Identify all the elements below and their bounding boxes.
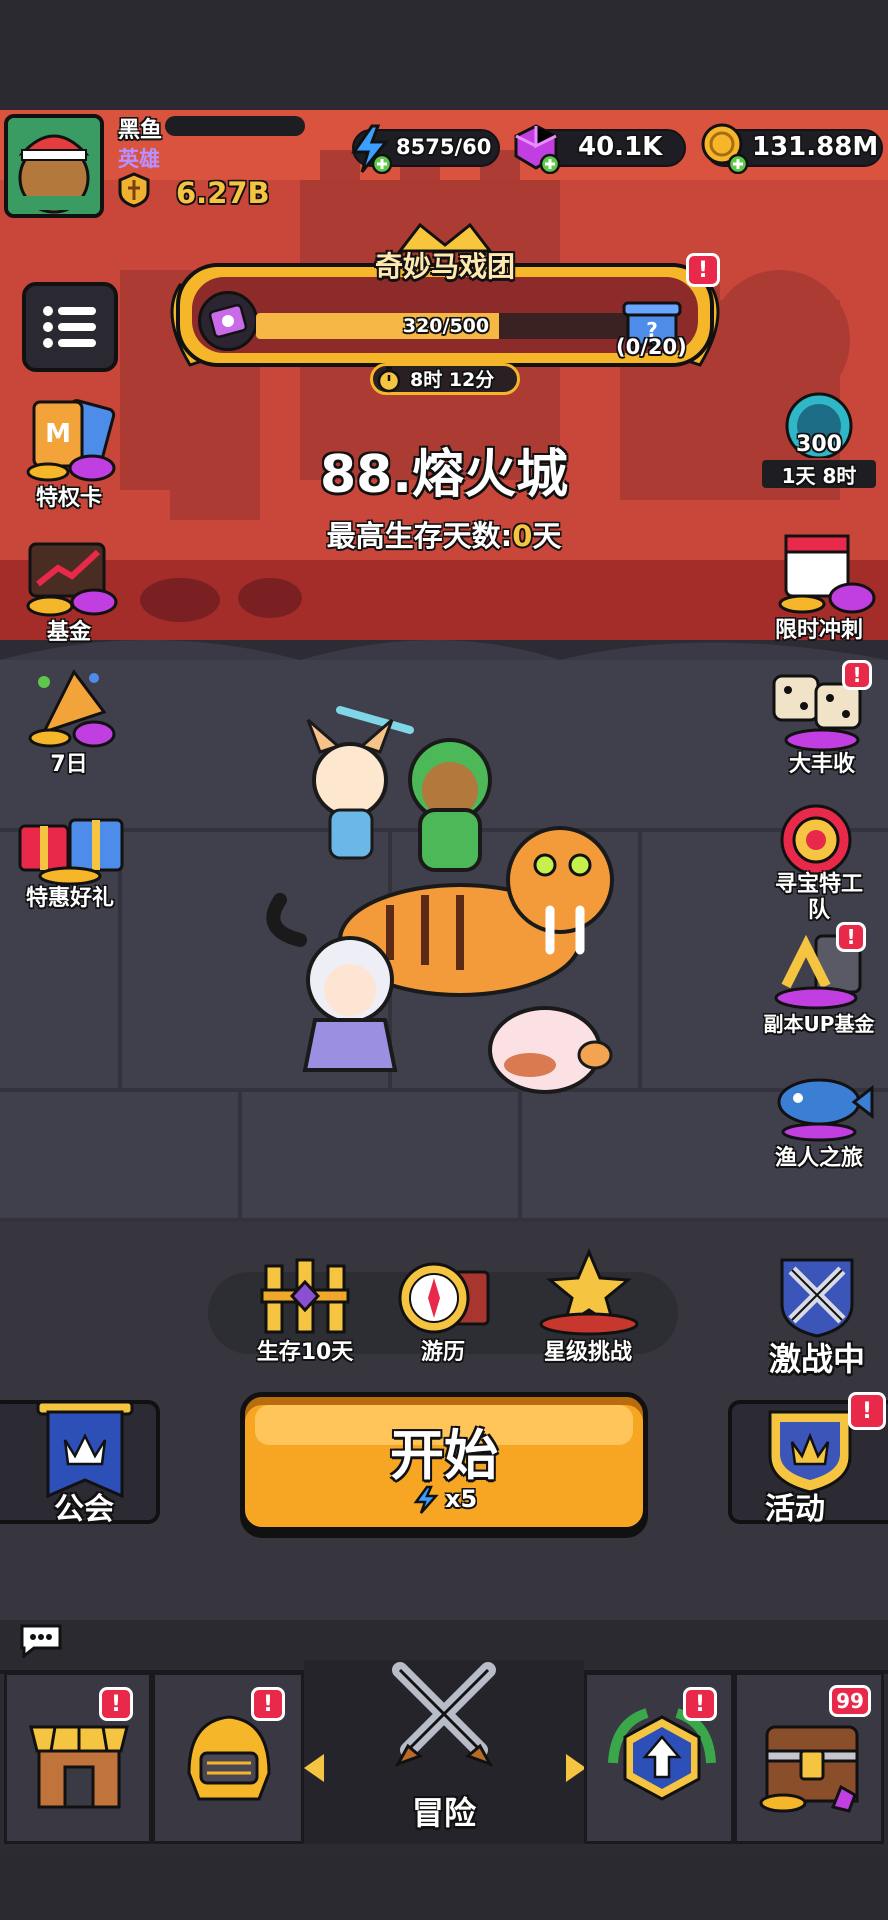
player-rank: 英雄 xyxy=(118,147,160,171)
upgrade-alert-badge: ! xyxy=(683,1687,717,1721)
crown-shield-icon xyxy=(768,1410,852,1494)
nav-equipment[interactable]: ! xyxy=(152,1672,304,1844)
event-alert-badge: ! xyxy=(686,253,720,287)
harvest-alert-badge: ! xyxy=(842,660,872,690)
survival-fence-icon xyxy=(260,1258,350,1334)
fund-label: 基金 xyxy=(46,620,91,645)
nav-right-arrow-icon[interactable] xyxy=(566,1754,586,1782)
seven-day-button[interactable]: 7日 xyxy=(14,662,124,777)
gem-icon xyxy=(514,124,561,174)
survive-mode-button[interactable]: 生存10天 xyxy=(250,1256,360,1366)
battle-button[interactable]: 激战中 xyxy=(752,1254,882,1378)
journey-mode-label: 游历 xyxy=(420,1340,465,1365)
event-timer: 8时 12分 xyxy=(410,369,495,391)
seven-day-label: 7日 xyxy=(50,752,88,777)
gift-box-icon xyxy=(18,818,124,886)
energy-value: 8575/60 xyxy=(396,135,492,159)
event-title: 奇妙马戏团 xyxy=(374,250,515,283)
shop-alert-badge: ! xyxy=(99,1687,133,1721)
power-shield-icon xyxy=(118,172,150,208)
nav-left-arrow-icon[interactable] xyxy=(304,1754,324,1782)
event-ticket-icon xyxy=(198,291,258,351)
special-gift-button[interactable]: 特惠好礼 xyxy=(10,796,130,911)
party-characters xyxy=(266,706,614,1094)
crossed-swords-icon xyxy=(392,1662,496,1767)
treasure-agent-button[interactable]: 寻宝特工 队 xyxy=(756,798,882,923)
season-pass-button[interactable]: 300 1天 8时 xyxy=(756,388,882,492)
limited-sprint-button[interactable]: 限时冲刺 xyxy=(762,528,882,643)
star-challenge-label: 星级挑战 xyxy=(543,1340,632,1365)
capybara-avatar-icon xyxy=(8,118,100,214)
adventure-label: 冒险 xyxy=(411,1794,476,1832)
start-cost: x5 xyxy=(445,1485,478,1513)
player-name-bar xyxy=(165,116,305,136)
guild-button[interactable]: 公会 xyxy=(0,1400,160,1527)
star-trophy-icon xyxy=(539,1248,639,1336)
fund-button[interactable]: 基金 xyxy=(14,530,124,645)
season-pass-timer: 1天 8时 xyxy=(781,464,857,488)
dungeon-fund-label: 副本UP基金 xyxy=(763,1012,875,1036)
fish-icon xyxy=(777,1078,874,1142)
season-pass-value: 300 xyxy=(796,432,842,457)
battle-label: 激战中 xyxy=(768,1340,865,1378)
crossed-swords-shield-icon xyxy=(780,1258,854,1338)
treasure-count-badge: 99 xyxy=(829,1685,871,1717)
energy-bolt-icon xyxy=(351,124,392,174)
activity-label: 活动 xyxy=(765,1492,825,1527)
menu-list-icon xyxy=(43,306,96,348)
treasure-agent-label-2: 队 xyxy=(807,898,830,923)
special-gift-label: 特惠好礼 xyxy=(25,886,114,911)
stage-subtitle: 最高生存天数:0天 xyxy=(0,513,888,555)
stage-subtitle-value: 0 xyxy=(512,519,533,553)
event-progress-text: 320/500 xyxy=(402,315,490,337)
gem-value: 40.1K xyxy=(578,132,663,162)
gold-coin-icon xyxy=(701,123,749,174)
survive-mode-label: 生存10天 xyxy=(256,1340,354,1365)
privilege-card-button[interactable]: M 特权卡 xyxy=(14,396,124,511)
svg-text:M: M xyxy=(45,419,71,449)
avatar[interactable] xyxy=(4,114,104,218)
activity-alert-badge: ! xyxy=(848,1392,886,1430)
fisherman-journey-button[interactable]: 渔人之旅 xyxy=(756,1058,882,1171)
player-name: 黑鱼 xyxy=(118,118,163,143)
fisherman-journey-label: 渔人之旅 xyxy=(774,1146,863,1171)
dungeon-fund-alert-badge: ! xyxy=(836,922,866,952)
journey-mode-button[interactable]: 游历 xyxy=(388,1256,498,1366)
nav-shop[interactable]: ! xyxy=(4,1672,152,1844)
stage-subtitle-prefix: 最高生存天数: xyxy=(326,519,513,553)
equipment-alert-badge: ! xyxy=(251,1687,285,1721)
treasure-chest-icon xyxy=(759,1725,859,1813)
chat-button[interactable] xyxy=(18,1622,64,1660)
event-banner[interactable]: 奇妙马戏团 320/500 ? (0/20) 8时 12分 ! xyxy=(160,215,730,395)
start-button[interactable]: 开始 x5 xyxy=(240,1392,648,1532)
stage-subtitle-suffix: 天 xyxy=(532,519,562,553)
compass-icon xyxy=(398,1262,490,1334)
star-challenge-button[interactable]: 星级挑战 xyxy=(528,1248,648,1366)
stopwatch-icon xyxy=(376,365,402,393)
game-screen: 黑鱼 英雄 6.27B 8575/60 40.1K 131.88M 奇妙马戏团 … xyxy=(0,0,888,1920)
privilege-card-label: 特权卡 xyxy=(35,486,102,511)
party-popper-icon xyxy=(28,669,116,748)
gold-value: 131.88M xyxy=(752,132,879,162)
harvest-button[interactable]: 大丰收 ! xyxy=(762,660,882,777)
start-energy-icon xyxy=(413,1485,439,1514)
calendar-icon xyxy=(778,534,876,614)
dungeon-fund-button[interactable]: 副本UP基金 ! xyxy=(756,922,888,1038)
privilege-card-icon: M xyxy=(26,399,116,482)
treasure-count: 99 xyxy=(836,1689,864,1713)
fund-chart-icon xyxy=(26,542,118,617)
event-reward-count: (0/20) xyxy=(616,335,687,359)
nav-adventure[interactable]: 冒险 xyxy=(304,1660,586,1844)
menu-button[interactable] xyxy=(22,282,118,372)
nav-treasure[interactable]: 99 xyxy=(734,1672,884,1844)
nav-upgrade[interactable]: ! xyxy=(584,1672,734,1844)
chat-bubble-icon xyxy=(20,1624,62,1660)
player-power: 6.27B xyxy=(176,176,270,210)
start-label: 开始 xyxy=(390,1424,498,1487)
harvest-label: 大丰收 xyxy=(788,752,855,777)
guild-label: 公会 xyxy=(54,1492,114,1527)
limited-sprint-label: 限时冲刺 xyxy=(774,618,863,643)
stage-title: 88.熔火城 xyxy=(319,445,569,505)
